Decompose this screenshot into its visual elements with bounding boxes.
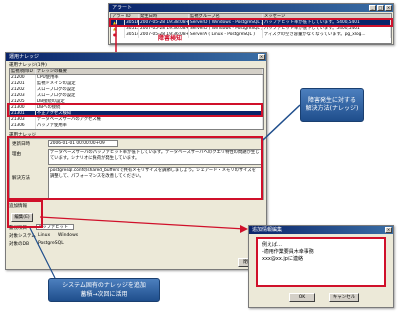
alert-table: アラー ID 発生日時 監視グループ名 メッセージ ▲ 30516 2007-0… xyxy=(110,13,392,44)
add-info-text-line: xxx@xx.jpに連絡 xyxy=(262,256,303,262)
col-summary[interactable]: ナレッジの概要 xyxy=(36,69,263,74)
knowledge-titlebar[interactable]: 運用ナレッジ × xyxy=(6,53,266,61)
alert-window-title: アラート xyxy=(112,5,133,11)
close-button[interactable]: × xyxy=(385,227,392,233)
solution-label: 解決方法 xyxy=(12,176,30,181)
monitor-item-label: 監視項目 xyxy=(9,226,27,231)
knowledge-callout-connector xyxy=(262,104,301,141)
close-button[interactable]: × xyxy=(258,54,265,60)
knowledge-callout: 障害発生に対する 解決方法(ナレッジ) xyxy=(300,88,364,122)
bottom-callout-line1: システム固有のナレッジを追加 xyxy=(62,282,146,289)
knowledge-list-body: 21200 CPU使用率 21201 監視ドメインの設定 21202 スローブログの設定 2… xyxy=(10,75,263,130)
add-info-dialog: 追加情報編集 × 例えば… -適用作業要員木幸事務 xxx@xx.jpに連絡 O… xyxy=(248,225,394,308)
add-info-text-line: 例えば… xyxy=(262,242,283,248)
reason-field[interactable]: データベースサーバのパッファヒット率が低下しています。データベースサーバへのクエ… xyxy=(48,149,262,165)
bottom-callout: システム固有のナレッジを追加 蓄積→次回に活用 xyxy=(48,278,160,302)
add-info-titlebar[interactable]: 追加情報編集 × xyxy=(249,226,393,234)
updated-field: 2006-01-01 00:00:00+09 xyxy=(48,140,118,147)
list-item-id: 21310 xyxy=(10,129,36,130)
maximize-button[interactable]: □ xyxy=(377,5,384,11)
bottom-callout-connector xyxy=(29,227,56,279)
detection-tag: 障害検知 xyxy=(158,35,183,42)
knowledge-list: 監視項目ID ナレッジの概要 21200 CPU使用率 21201 監視ドメインの設定… xyxy=(9,68,264,130)
bottom-callout-line2: 蓄積→次回に活用 xyxy=(80,291,128,298)
alert-titlebar[interactable]: アラート _ □ × xyxy=(109,4,393,12)
add-info-group-label: 追加情報 xyxy=(9,204,27,209)
add-info-textarea[interactable]: 例えば… -適用作業要員木幸事務 xxx@xx.jpに連絡 xyxy=(257,238,385,286)
list-item[interactable]: 21310パッファヒット率 xyxy=(10,129,263,130)
alert-window: アラート _ □ × アラー ID 発生日時 監視グループ名 メッセージ ▲ 3… xyxy=(108,3,394,45)
minimize-button[interactable]: _ xyxy=(369,5,376,11)
detail-panel: 更新日時 2006-01-01 00:00:00+09 理由 データベースサーバ… xyxy=(9,138,264,200)
solution-field[interactable]: postgresql.confのshared_buffersで共有メモリサイズを… xyxy=(48,167,262,199)
col-monitor-id[interactable]: 監視項目ID xyxy=(10,69,36,74)
knowledge-callout-text: 障害発生に対する 解決方法(ナレッジ) xyxy=(305,97,359,112)
col-time[interactable]: 発生日時 xyxy=(139,14,189,19)
edit-button[interactable]: 編集(E) xyxy=(11,213,33,222)
add-info-dialog-title: 追加情報編集 xyxy=(252,227,283,233)
alert-row[interactable]: ● 30514 2007-05-28 19:36:08+09 ServerA (… xyxy=(111,32,391,38)
add-info-text-line: -適用作業要員木幸事務 xyxy=(262,249,314,255)
reason-label: 理由 xyxy=(12,152,21,157)
col-id[interactable]: ID xyxy=(125,14,139,19)
ok-button[interactable]: OK xyxy=(289,293,315,302)
cancel-button[interactable]: キャンセル xyxy=(329,293,359,302)
knowledge-window-title: 運用ナレッジ xyxy=(9,54,40,60)
target-db-label: 対象のDB xyxy=(9,242,30,247)
edit-to-dialog-arrow xyxy=(39,216,248,233)
updated-label: 更新日時 xyxy=(12,142,30,147)
col-alert[interactable]: アラー xyxy=(111,14,125,19)
close-button[interactable]: × xyxy=(385,5,392,11)
list-item-summary: パッファヒット率 xyxy=(36,129,263,130)
col-message[interactable]: メッセージ xyxy=(263,14,391,19)
col-group[interactable]: 監視グループ名 xyxy=(189,14,263,19)
